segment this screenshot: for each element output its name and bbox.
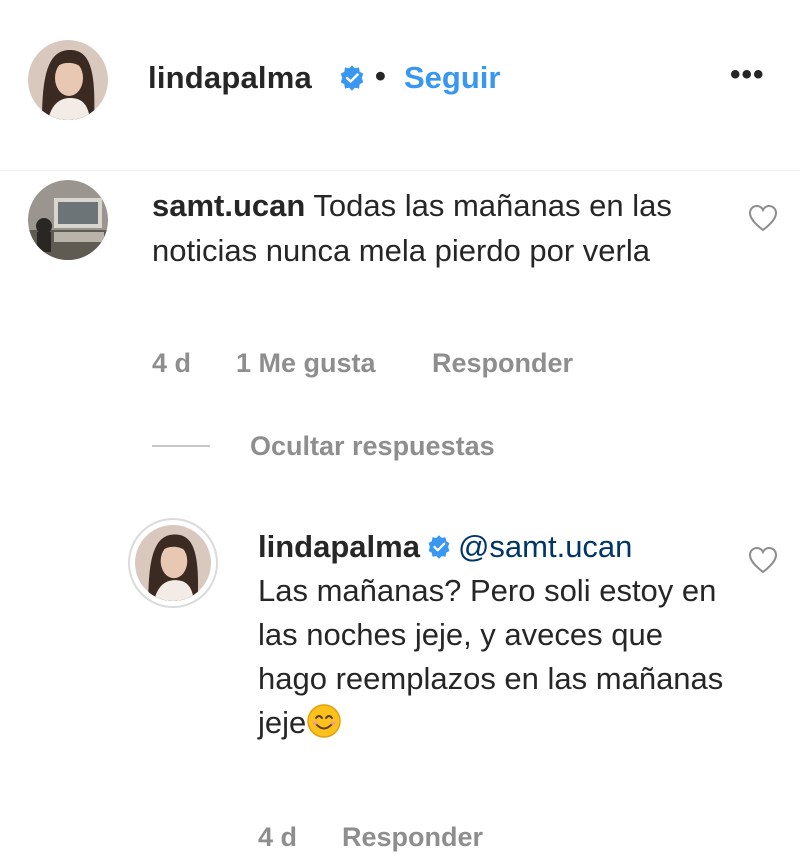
reply-reply-button[interactable]: Responder (342, 822, 483, 853)
follow-button[interactable]: Seguir (404, 60, 500, 96)
heart-icon[interactable] (748, 204, 778, 232)
commenter-avatar[interactable] (28, 180, 108, 260)
reply-body: lindapalma @samt.ucan Las mañanas? Pero so… (258, 525, 728, 745)
verified-badge-icon (338, 64, 366, 92)
verified-badge-icon (426, 534, 452, 560)
hide-replies-button[interactable]: Ocultar respuestas (250, 431, 495, 462)
header-separator: • (375, 58, 386, 93)
replies-divider-line (152, 445, 210, 447)
commenter-username[interactable]: samt.ucan (152, 188, 305, 223)
comment-likes-count[interactable]: 1 Me gusta (236, 348, 376, 379)
post-author-username[interactable]: lindapalma (148, 60, 312, 96)
smiling-face-emoji-icon (306, 703, 342, 739)
reply-mention-link[interactable]: @samt.ucan (458, 529, 632, 564)
heart-icon[interactable] (748, 546, 778, 574)
comment-body: samt.ucan Todas las mañanas en las notic… (152, 183, 712, 273)
more-options-icon[interactable]: ••• (730, 58, 765, 92)
post-header (0, 0, 800, 171)
reply-author-username[interactable]: lindapalma (258, 529, 420, 564)
reply-timestamp[interactable]: 4 d (258, 822, 297, 853)
comment-timestamp[interactable]: 4 d (152, 348, 191, 379)
reply-author-avatar[interactable] (135, 525, 211, 601)
post-author-avatar[interactable] (28, 40, 108, 120)
comment-reply-button[interactable]: Responder (432, 348, 573, 379)
